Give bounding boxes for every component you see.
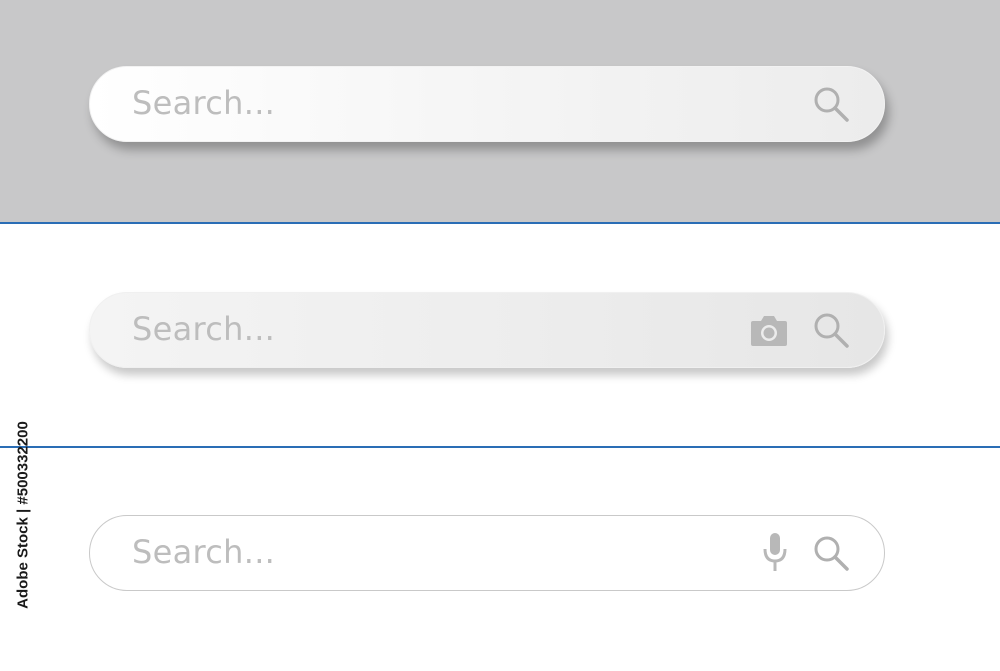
- search-placeholder: Search...: [132, 533, 276, 572]
- search-icon[interactable]: [811, 310, 851, 350]
- search-bar-section-2: Search...: [0, 224, 1000, 446]
- microphone-icon[interactable]: [761, 531, 789, 575]
- search-bar-section-1: Search...: [0, 0, 1000, 222]
- search-bar-section-3: Search...: [0, 448, 1000, 671]
- stock-id-watermark: Adobe Stock | #500332200: [9, 421, 37, 609]
- search-bar-2[interactable]: Search...: [89, 292, 885, 368]
- search-placeholder: Search...: [132, 84, 276, 123]
- stock-id-text: Adobe Stock | #500332200: [14, 421, 32, 609]
- search-bar-3[interactable]: Search...: [89, 515, 885, 591]
- search-icon[interactable]: [811, 84, 851, 124]
- search-placeholder: Search...: [132, 310, 276, 349]
- search-bar-1[interactable]: Search...: [89, 66, 885, 142]
- search-icon[interactable]: [811, 533, 851, 573]
- camera-icon[interactable]: [749, 312, 789, 348]
